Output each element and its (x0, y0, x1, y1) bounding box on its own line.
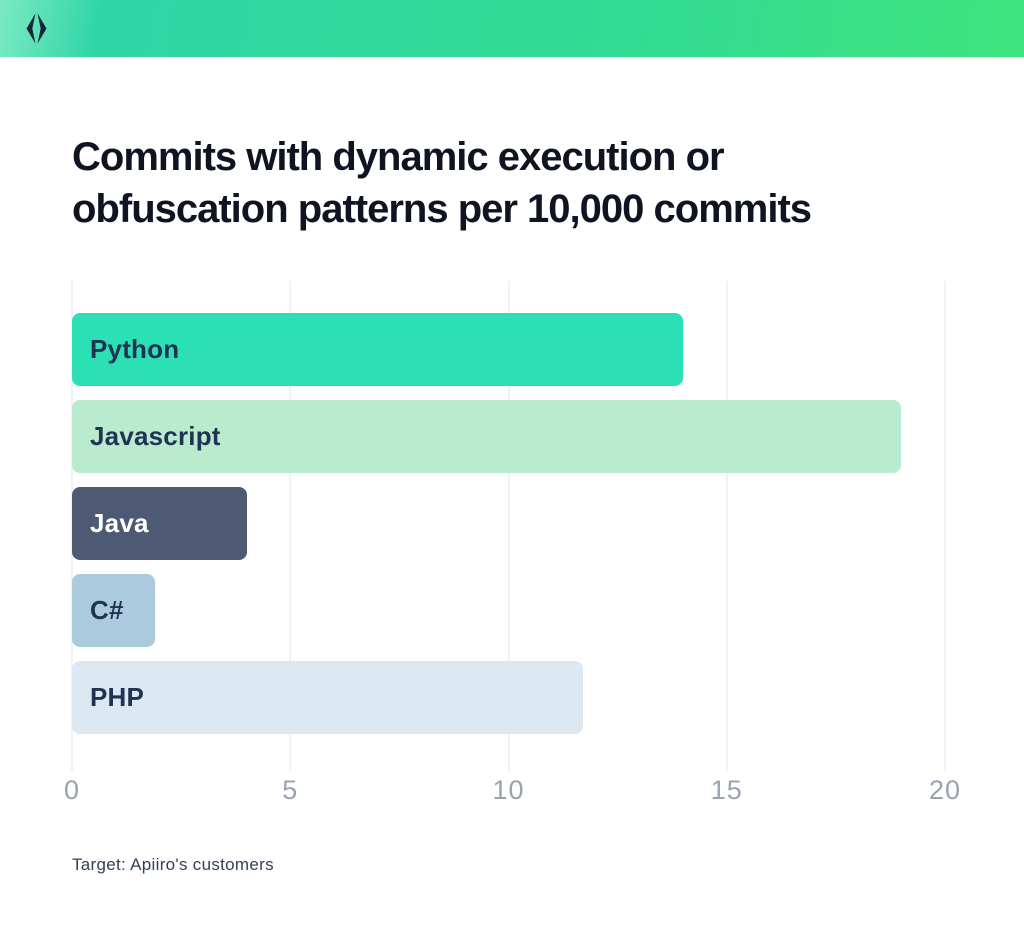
header-bar (0, 0, 1024, 57)
apiiro-diamond-logo-icon (25, 12, 48, 45)
plot-area: Python Javascript Java C# PHP (72, 281, 945, 771)
bar-java: Java (72, 487, 247, 560)
chart-title-line-1: Commits with dynamic execution or (72, 131, 872, 183)
bar-row-javascript: Javascript (72, 400, 945, 473)
bar-c: C# (72, 574, 155, 647)
x-tick-label-15: 15 (711, 775, 743, 806)
bar-row-php: PHP (72, 661, 945, 734)
bar-row-c: C# (72, 574, 945, 647)
x-tick-label-10: 10 (492, 775, 524, 806)
bars-group: Python Javascript Java C# PHP (72, 313, 945, 748)
bar-label: Python (90, 334, 179, 365)
chart-title: Commits with dynamic execution or obfusc… (72, 131, 872, 235)
chart-title-line-2: obfuscation patterns per 10,000 commits (72, 183, 872, 235)
bar-label: Java (90, 508, 149, 539)
x-tick-label-20: 20 (929, 775, 961, 806)
bar-chart: PythonJavascriptJavaC#PHP 05101520 (72, 281, 945, 811)
bar-php: PHP (72, 661, 583, 734)
bar-row-java: Java (72, 487, 945, 560)
bar-label: Javascript (90, 421, 221, 452)
bar-python: Python (72, 313, 683, 386)
bar-label: PHP (90, 682, 144, 713)
x-tick-label-0: 0 (64, 775, 80, 806)
page: Commits with dynamic execution or obfusc… (0, 0, 1024, 930)
x-tick-label-5: 5 (282, 775, 298, 806)
bar-javascript: Javascript (72, 400, 901, 473)
bar-label: C# (90, 595, 124, 626)
x-axis: 05101520 (72, 775, 945, 811)
bar-row-python: Python (72, 313, 945, 386)
target-note: Target: Apiiro's customers (72, 855, 274, 875)
